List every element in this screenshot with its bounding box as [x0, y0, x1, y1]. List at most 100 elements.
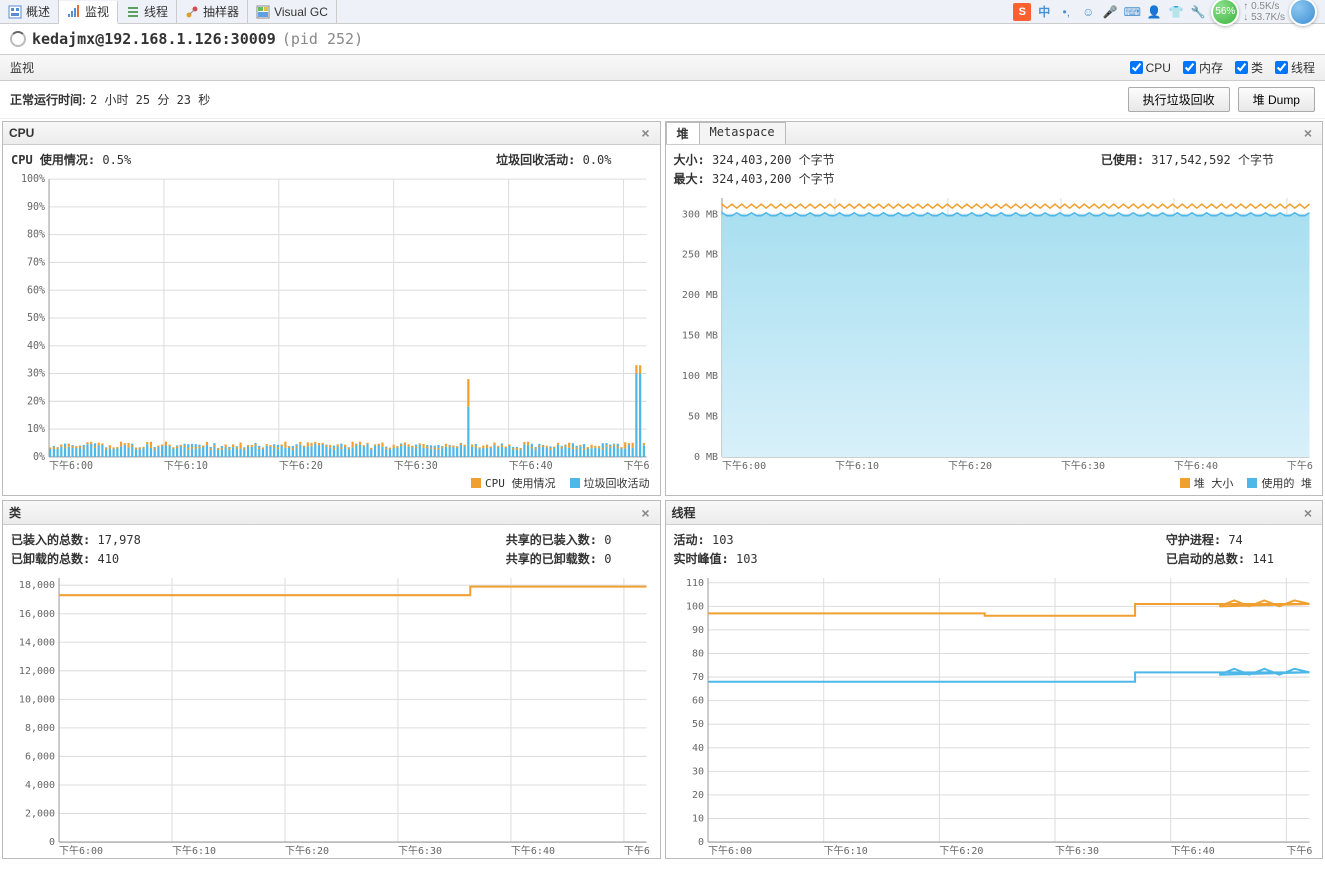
svg-text:12,000: 12,000 — [19, 666, 55, 677]
perform-gc-button[interactable]: 执行垃圾回收 — [1128, 87, 1230, 112]
uptime-value: 2 小时 25 分 23 秒 — [90, 91, 210, 108]
close-icon[interactable]: × — [1300, 125, 1316, 141]
svg-text:下午6:20: 下午6:20 — [285, 844, 329, 856]
svg-text:下午6:40: 下午6:40 — [511, 844, 555, 856]
svg-text:40%: 40% — [27, 341, 45, 352]
heap-tab-metaspace[interactable]: Metaspace — [699, 122, 786, 144]
accelerator-icon[interactable] — [1289, 0, 1317, 26]
svg-text:80%: 80% — [27, 230, 45, 241]
cpu-panel-header: CPU × — [3, 122, 660, 145]
monitor-header: 监视 CPU 内存 类 线程 — [0, 54, 1325, 81]
heap-dump-button[interactable]: 堆 Dump — [1238, 87, 1315, 112]
svg-text:18,000: 18,000 — [19, 580, 55, 591]
monitor-icon — [67, 4, 81, 18]
mic-icon[interactable]: 🎤 — [1101, 3, 1119, 21]
threads-chart[interactable]: 0102030405060708090100110下午6:00下午6:10下午6… — [666, 569, 1323, 858]
svg-text:0%: 0% — [33, 452, 45, 463]
svg-text:30: 30 — [691, 767, 703, 778]
close-icon[interactable]: × — [637, 505, 653, 521]
svg-text:下午6:00: 下午6:00 — [59, 844, 103, 856]
classes-stats: 已装入的总数: 17,978 已卸载的总数: 410 共享的已装入数: 0 共享… — [3, 525, 660, 569]
punct-icon[interactable]: •, — [1057, 3, 1075, 21]
svg-text:150 MB: 150 MB — [681, 331, 717, 342]
cpu-gauge-icon[interactable]: 56% — [1211, 0, 1239, 26]
svg-text:0 MB: 0 MB — [693, 452, 717, 463]
heap-tab-heap[interactable]: 堆 — [666, 122, 700, 144]
tab-label: 线程 — [144, 3, 168, 20]
heap-tabs: 堆 Metaspace — [666, 122, 785, 144]
svg-text:下午6:10: 下午6:10 — [164, 459, 208, 471]
svg-text:下午6:00: 下午6:00 — [722, 459, 766, 471]
skin-icon[interactable]: 👕 — [1167, 3, 1185, 21]
svg-text:250 MB: 250 MB — [681, 250, 717, 261]
classes-chart[interactable]: 02,0004,0006,0008,00010,00012,00014,0001… — [3, 569, 660, 858]
panel-title: 类 — [9, 504, 21, 521]
close-icon[interactable]: × — [1300, 505, 1316, 521]
svg-text:下午6:00: 下午6:00 — [49, 459, 93, 471]
classes-panel: 类 × 已装入的总数: 17,978 已卸载的总数: 410 共享的已装入数: … — [2, 500, 661, 859]
system-tray: S 中 •, ☺ 🎤 ⌨ 👤 👕 🔧 56% ↑ 0.5K/s ↓ 53.7K/… — [1013, 0, 1325, 26]
svg-text:20: 20 — [691, 790, 703, 801]
svg-text:下午6:10: 下午6:10 — [172, 844, 216, 856]
svg-text:50%: 50% — [27, 313, 45, 324]
action-row: 正常运行时间: 2 小时 25 分 23 秒 执行垃圾回收 堆 Dump — [0, 81, 1325, 119]
tab-sampler[interactable]: 抽样器 — [177, 0, 248, 23]
toggle-threads[interactable]: 线程 — [1275, 59, 1315, 76]
svg-text:60%: 60% — [27, 285, 45, 296]
svg-text:下午6:20: 下午6:20 — [939, 844, 983, 856]
tab-monitor[interactable]: 监视 — [59, 1, 118, 24]
tab-label: 抽样器 — [203, 3, 239, 20]
svg-text:70%: 70% — [27, 257, 45, 268]
toggle-memory[interactable]: 内存 — [1183, 59, 1223, 76]
cpu-pct: 56% — [1215, 6, 1235, 17]
svg-text:40: 40 — [691, 743, 703, 754]
close-icon[interactable]: × — [637, 125, 653, 141]
svg-text:10: 10 — [691, 814, 703, 825]
svg-text:下午6:50: 下午6:50 — [1286, 844, 1314, 856]
user-icon[interactable]: 👤 — [1145, 3, 1163, 21]
heap-legend: 堆 大小 使用的 堆 — [666, 473, 1323, 495]
tab-label: 概述 — [26, 3, 50, 20]
svg-text:110: 110 — [685, 578, 703, 589]
cpu-chart[interactable]: 0%10%20%30%40%50%60%70%80%90%100%下午6:00下… — [3, 170, 660, 473]
tab-threads[interactable]: 线程 — [118, 0, 177, 23]
svg-text:100%: 100% — [21, 174, 45, 185]
keyboard-icon[interactable]: ⌨ — [1123, 3, 1141, 21]
cpu-stats: CPU 使用情况: 0.5% 垃圾回收活动: 0.0% — [3, 145, 660, 170]
toggle-cpu[interactable]: CPU — [1130, 59, 1171, 76]
input-method-icon[interactable]: S — [1013, 3, 1031, 21]
svg-text:下午6:30: 下午6:30 — [394, 459, 438, 471]
svg-text:下午6:40: 下午6:40 — [509, 459, 553, 471]
ime-cn-icon[interactable]: 中 — [1035, 3, 1053, 21]
tab-visualgc[interactable]: Visual GC — [248, 0, 337, 23]
threads-panel-header: 线程 × — [666, 501, 1323, 525]
threads-panel: 线程 × 活动: 103 实时峰值: 103 守护进程: 74 已启动的总数: … — [665, 500, 1324, 859]
pid-label: (pid 252) — [282, 30, 363, 48]
emoji-icon[interactable]: ☺ — [1079, 3, 1097, 21]
svg-text:100 MB: 100 MB — [681, 371, 717, 382]
svg-text:14,000: 14,000 — [19, 637, 55, 648]
svg-text:10%: 10% — [27, 424, 45, 435]
svg-text:16,000: 16,000 — [19, 609, 55, 620]
svg-text:20%: 20% — [27, 396, 45, 407]
svg-text:2,000: 2,000 — [25, 809, 55, 820]
panel-title: CPU — [9, 126, 34, 140]
svg-text:8,000: 8,000 — [25, 723, 55, 734]
toolbox-icon[interactable]: 🔧 — [1189, 3, 1207, 21]
svg-text:下午6:30: 下午6:30 — [1055, 844, 1099, 856]
title-bar: kedajmx@192.168.1.126:30009 (pid 252) — [0, 24, 1325, 54]
svg-text:下午6:50: 下午6:50 — [624, 844, 652, 856]
toggle-classes[interactable]: 类 — [1235, 59, 1263, 76]
heap-chart[interactable]: 0 MB50 MB100 MB150 MB200 MB250 MB300 MB下… — [666, 189, 1323, 473]
svg-text:下午6:30: 下午6:30 — [398, 844, 442, 856]
svg-text:4,000: 4,000 — [25, 780, 55, 791]
uptime-label: 正常运行时间: — [10, 91, 86, 108]
svg-text:60: 60 — [691, 696, 703, 707]
svg-text:0: 0 — [49, 837, 55, 848]
visualgc-icon — [256, 5, 270, 19]
heap-panel: 堆 Metaspace × 大小: 324,403,200 个字节 最大: 32… — [665, 121, 1324, 496]
heap-panel-header: 堆 Metaspace × — [666, 122, 1323, 145]
svg-text:10,000: 10,000 — [19, 695, 55, 706]
tab-overview[interactable]: 概述 — [0, 0, 59, 23]
svg-text:90%: 90% — [27, 202, 45, 213]
